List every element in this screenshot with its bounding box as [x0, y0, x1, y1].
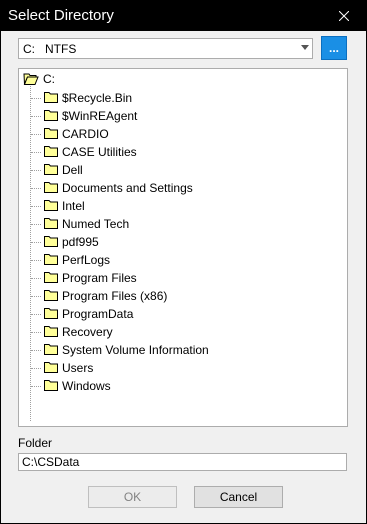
tree-connector-line — [31, 98, 41, 99]
folder-icon — [44, 380, 58, 391]
tree-item-label: Documents and Settings — [62, 181, 193, 195]
folder-icon — [44, 290, 58, 301]
drive-dropdown-value: C: NTFS — [23, 42, 77, 56]
cancel-button[interactable]: Cancel — [194, 486, 283, 508]
tree-item-label: System Volume Information — [62, 343, 209, 357]
tree-item-label: pdf995 — [62, 235, 99, 249]
folder-icon — [44, 236, 58, 247]
tree-item-label: ProgramData — [62, 307, 134, 321]
tree-connector-line — [31, 368, 41, 369]
folder-icon — [44, 362, 58, 373]
tree-item-label: CARDIO — [62, 127, 109, 141]
folder-icon — [44, 110, 58, 121]
tree-connector-line — [31, 152, 41, 153]
tree-connector-line — [31, 278, 41, 279]
tree-connector-line — [31, 116, 41, 117]
folder-icon — [44, 146, 58, 157]
tree-connector-line — [31, 242, 41, 243]
folder-icon — [44, 344, 58, 355]
folder-label: Folder — [18, 436, 53, 450]
tree-item-label: Program Files (x86) — [62, 289, 168, 303]
tree-item-label: Intel — [62, 199, 85, 213]
tree-connector-line — [31, 314, 41, 315]
tree-item-label: Windows — [62, 379, 111, 393]
tree-connector-line — [31, 332, 41, 333]
folder-icon — [44, 308, 58, 319]
tree-connector-line — [31, 188, 41, 189]
folder-icon — [44, 272, 58, 283]
tree-item-label: $WinREAgent — [62, 109, 138, 123]
ok-button[interactable]: OK — [88, 486, 177, 508]
tree-root-item[interactable]: C: — [23, 71, 55, 87]
tree-connector-line — [31, 170, 41, 171]
tree-item-label: $Recycle.Bin — [62, 91, 133, 105]
tree-item-label: Users — [62, 361, 94, 375]
open-folder-icon — [23, 73, 39, 85]
window-title: Select Directory — [8, 7, 114, 24]
folder-input[interactable] — [22, 455, 342, 469]
tree-item-label: Dell — [62, 163, 83, 177]
folder-icon — [44, 92, 58, 103]
tree-connector-line — [31, 224, 41, 225]
tree-connector-line — [31, 206, 41, 207]
folder-icon — [44, 326, 58, 337]
folder-icon — [44, 254, 58, 265]
tree-connector-line — [31, 350, 41, 351]
browse-button[interactable]: ... — [321, 36, 347, 60]
close-button[interactable] — [321, 0, 367, 31]
folder-field[interactable] — [18, 453, 347, 471]
dialog-body: C: NTFS ... C: $Recycle.Bin $WinREAgent CA… — [1, 31, 366, 523]
directory-tree[interactable]: C: $Recycle.Bin $WinREAgent CARDIO CASE Uti… — [18, 68, 348, 427]
tree-item-label: PerfLogs — [62, 253, 111, 267]
tree-connector-line — [31, 296, 41, 297]
title-bar[interactable]: Select Directory — [0, 0, 367, 31]
tree-item-label: CASE Utilities — [62, 145, 137, 159]
tree-connector-line — [31, 134, 41, 135]
tree-root-label: C: — [43, 72, 55, 86]
tree-item-label: Program Files — [62, 271, 137, 285]
folder-icon — [44, 164, 58, 175]
folder-icon — [44, 200, 58, 211]
chevron-down-icon — [301, 45, 309, 50]
folder-icon — [44, 182, 58, 193]
folder-icon — [44, 128, 58, 139]
drive-dropdown[interactable]: C: NTFS — [18, 38, 313, 59]
folder-icon — [44, 218, 58, 229]
tree-connector-line — [31, 260, 41, 261]
tree-connector-line — [31, 386, 41, 387]
close-icon — [339, 10, 349, 21]
tree-item-label: Recovery — [62, 325, 113, 339]
tree-item-label: Numed Tech — [62, 217, 130, 231]
